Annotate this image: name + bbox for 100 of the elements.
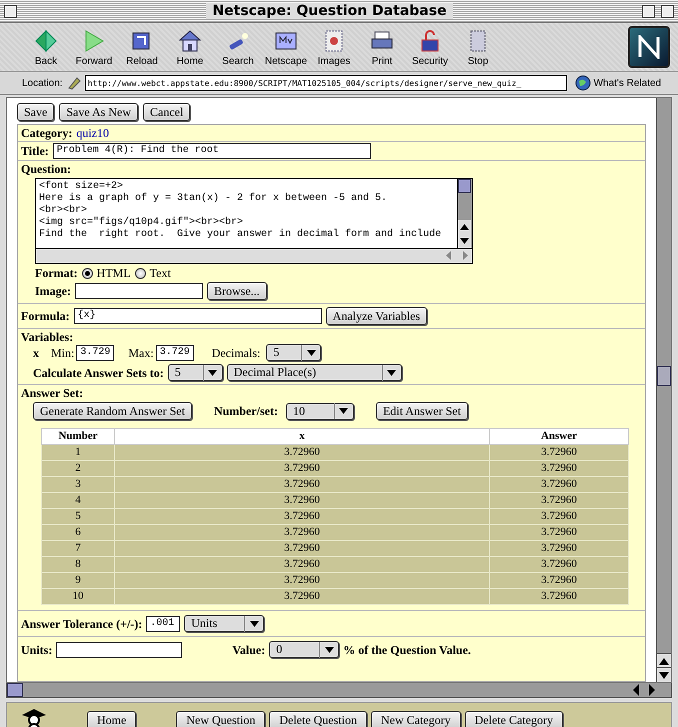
table-cell: 5 — [42, 508, 114, 524]
column-header: Number — [42, 428, 114, 444]
scroll-thumb[interactable] — [657, 366, 671, 386]
caret-icon — [306, 350, 316, 356]
generate-button[interactable]: Generate Random Answer Set — [33, 402, 192, 420]
table-cell: 6 — [42, 524, 114, 540]
caret-icon — [387, 370, 396, 376]
toolbar-button[interactable]: Back — [22, 28, 70, 66]
value-select[interactable]: 0 — [269, 641, 340, 658]
edit-answer-button[interactable]: Edit Answer Set — [376, 402, 468, 420]
field-label: Question: — [21, 162, 72, 176]
horizontal-scrollbar[interactable] — [6, 683, 672, 698]
table-cell: 3.72960 — [490, 460, 628, 476]
table-cell: 3.72960 — [114, 476, 490, 492]
image-field[interactable] — [75, 283, 203, 299]
home-icon — [177, 28, 203, 54]
textarea-scrollbar[interactable] — [457, 179, 472, 248]
url-field[interactable]: http://www.webct.appstate.edu:8900/SCRIPT/MAT1025105_004/scripts/designer/serve_new_quiz_ — [84, 75, 567, 91]
analyze-button[interactable]: Analyze Variables — [326, 307, 428, 325]
collapse-box[interactable] — [661, 4, 674, 18]
decimals-label: Decimals: — [212, 346, 260, 360]
table-cell: 3.72960 — [490, 492, 628, 508]
decimals-select[interactable]: 5 — [266, 344, 322, 361]
form-button[interactable]: Cancel — [143, 103, 190, 121]
number-select[interactable]: 10 — [286, 402, 354, 420]
field-label: Number/set: — [214, 404, 278, 418]
toolbar-button[interactable]: Forward — [70, 28, 118, 66]
toolbar-button[interactable]: Home — [166, 28, 214, 66]
nav-button[interactable]: Delete Category — [464, 711, 563, 727]
toolbar-button[interactable]: Search — [214, 28, 262, 66]
form-button[interactable]: Save — [17, 103, 54, 121]
close-box[interactable] — [4, 4, 17, 18]
max-label: Max: — [128, 346, 154, 360]
caret-icon — [324, 646, 334, 652]
column-header: Answer — [490, 428, 628, 444]
table-cell: 3 — [42, 476, 114, 492]
table-cell: 9 — [42, 572, 114, 588]
table-cell: 3.72960 — [490, 540, 628, 556]
tolerance-field[interactable]: .001 — [146, 616, 180, 632]
table-cell: 7 — [42, 540, 114, 556]
caret-icon — [250, 620, 259, 626]
down-arrow-icon — [659, 672, 669, 678]
table-cell: 3.72960 — [114, 492, 490, 508]
table-cell: 3.72960 — [490, 476, 628, 492]
title-field[interactable]: Problem 4(R): Find the root — [52, 143, 371, 159]
globe-icon — [574, 75, 591, 91]
field-label: Value: — [232, 642, 266, 656]
related-button[interactable]: What's Related — [574, 75, 662, 91]
table-cell: 3.72960 — [490, 588, 628, 604]
field-label: Answer Tolerance (+/-): — [21, 616, 142, 630]
nav-button[interactable]: New Category — [370, 711, 461, 727]
radio-button[interactable] — [82, 268, 93, 278]
field-label: Units: — [21, 642, 52, 656]
radio-label: HTML — [96, 266, 131, 280]
browse-button[interactable]: Browse... — [207, 282, 267, 300]
places-select[interactable]: 5 — [168, 364, 223, 381]
category-link[interactable]: quiz10 — [76, 126, 109, 140]
question-text: <font size=+2> Here is a graph of y = 3tan(x) - 2 for x between -5 and 5. <br><br> <img src="figs/q10p4.gif"><br><br> Find the right root. Give your answer in decimal form and include — [38, 180, 442, 242]
field-label: Calculate Answer Sets to: — [33, 366, 164, 380]
field-label: Title: — [21, 144, 49, 158]
table-cell: 3.72960 — [114, 444, 490, 460]
min-field[interactable]: 3.729 — [76, 344, 114, 360]
table-cell: 4 — [42, 492, 114, 508]
radio-button[interactable] — [134, 268, 146, 278]
toolbar-button[interactable]: Images — [310, 28, 358, 66]
field-label: Format: — [35, 266, 78, 280]
table-cell: 3.72960 — [114, 460, 490, 476]
back-icon — [33, 28, 59, 54]
table-cell: 2 — [42, 460, 114, 476]
left-right-arrows-icon — [633, 684, 655, 696]
toolbar-button[interactable]: Security — [406, 28, 454, 66]
toolbar-button[interactable]: Reload — [118, 28, 166, 66]
max-field[interactable]: 3.729 — [156, 344, 194, 360]
toolbar-button[interactable]: Stop — [454, 28, 502, 66]
table-cell: 3.72960 — [114, 556, 490, 572]
table-cell: 3.72960 — [114, 588, 490, 604]
zoom-box[interactable] — [642, 4, 655, 18]
vertical-scrollbar[interactable] — [656, 98, 671, 682]
unit-select[interactable]: Decimal Place(s) — [226, 364, 402, 381]
table-cell: 3.72960 — [114, 540, 490, 556]
nav-button[interactable]: New Question — [176, 711, 266, 727]
toolbar-button[interactable]: Netscape — [262, 28, 310, 66]
form-button[interactable]: Save As New — [59, 103, 138, 121]
question-textarea[interactable]: <font size=+2> Here is a graph of y = 3tan(x) - 2 for x between -5 and 5. <br><br> <img src="figs/q10p4.gif"><br><br> Find the right root. Give your answer in decimal form and include — [35, 178, 473, 264]
scroll-thumb-icon — [458, 179, 471, 193]
field-label: Formula: — [21, 309, 70, 323]
nav-button[interactable]: Home — [87, 711, 136, 727]
toolbar-button[interactable]: Print — [358, 28, 406, 66]
field-label: Variables: — [21, 330, 74, 344]
table-cell: 1 — [42, 444, 114, 460]
tolerance-unit-select[interactable]: Units — [184, 615, 264, 632]
units-field[interactable] — [56, 642, 182, 658]
table-cell: 3.72960 — [114, 572, 490, 588]
nav-button[interactable]: Delete Question — [269, 711, 367, 727]
field-label: Category: — [21, 126, 72, 140]
caret-icon — [339, 408, 348, 414]
field-label: Image: — [35, 284, 71, 298]
location-label: Location: — [22, 78, 63, 88]
radio-label: Text — [150, 266, 171, 280]
formula-field[interactable]: {x} — [74, 308, 322, 324]
